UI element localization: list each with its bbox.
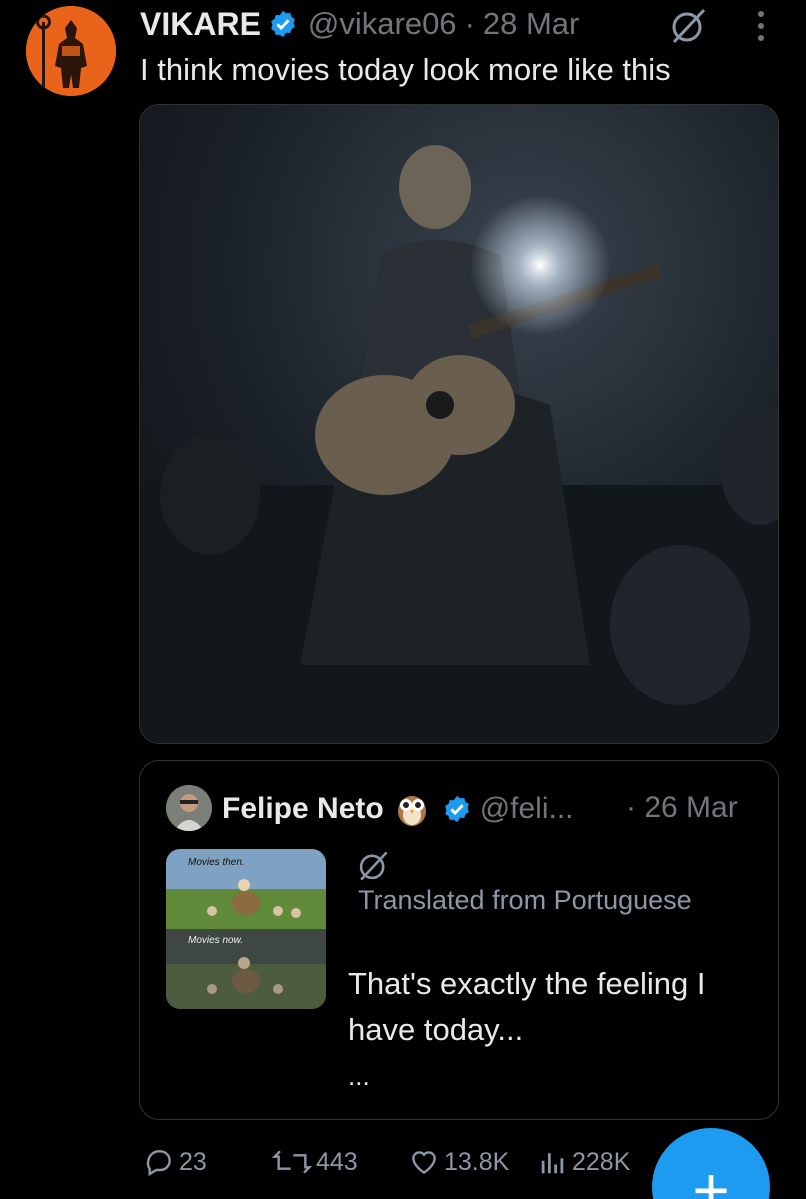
tweet-header: VIKARE @vikare06 · 28 Mar <box>140 4 579 44</box>
thumb-caption-top: Movies then. <box>188 857 245 868</box>
tweet: VIKARE @vikare06 · 28 Mar I think movies… <box>0 0 806 1199</box>
thumb-caption-bottom: Movies now. <box>188 935 244 946</box>
translated-label[interactable]: Translated from Portuguese <box>358 885 692 916</box>
retweet-count: 443 <box>316 1147 358 1176</box>
compose-button[interactable]: + <box>652 1128 770 1199</box>
quote-author-name[interactable]: Felipe Neto <box>222 792 384 826</box>
reply-count: 23 <box>179 1147 207 1176</box>
more-icon[interactable] <box>750 8 772 44</box>
views-button[interactable]: 228K <box>538 1140 630 1184</box>
reply-button[interactable]: 23 <box>143 1140 207 1184</box>
like-button[interactable]: 13.8K <box>408 1140 509 1184</box>
like-count: 13.8K <box>444 1147 510 1176</box>
quote-ellipsis: ... <box>348 1061 370 1091</box>
tweet-text: I think movies today look more like this <box>140 52 671 87</box>
quote-author-handle[interactable]: @feli... <box>480 792 574 826</box>
quote-header: Felipe Neto @feli... <box>222 789 574 829</box>
tweet-time[interactable]: 28 Mar <box>483 6 579 42</box>
author-handle[interactable]: @vikare06 <box>308 6 457 42</box>
quoted-tweet[interactable]: Felipe Neto @feli... · 26 Mar Movies the… <box>139 760 779 1120</box>
author-name[interactable]: VIKARE <box>140 6 261 43</box>
grok-icon[interactable] <box>356 849 390 883</box>
compose-icon: + <box>692 1154 730 1199</box>
retweet-icon <box>272 1150 312 1174</box>
owl-emoji-icon <box>396 791 428 827</box>
quote-author-avatar[interactable] <box>166 785 212 831</box>
author-avatar[interactable] <box>26 6 116 96</box>
view-count: 228K <box>572 1147 631 1176</box>
quote-text: That's exactly the feeling I have today.… <box>348 966 706 1047</box>
quote-media-thumbnail[interactable]: Movies then. Movies now. <box>166 849 326 1009</box>
reply-icon <box>146 1150 171 1177</box>
separator-dot: · <box>464 6 475 41</box>
verified-icon <box>268 9 298 39</box>
views-icon <box>541 1153 564 1174</box>
retweet-button[interactable]: 443 <box>272 1140 358 1184</box>
like-icon <box>412 1151 436 1175</box>
tweet-media-image[interactable] <box>139 104 779 744</box>
quote-time[interactable]: · 26 Mar <box>626 791 738 825</box>
verified-icon <box>442 794 472 824</box>
grok-icon[interactable] <box>668 6 708 46</box>
